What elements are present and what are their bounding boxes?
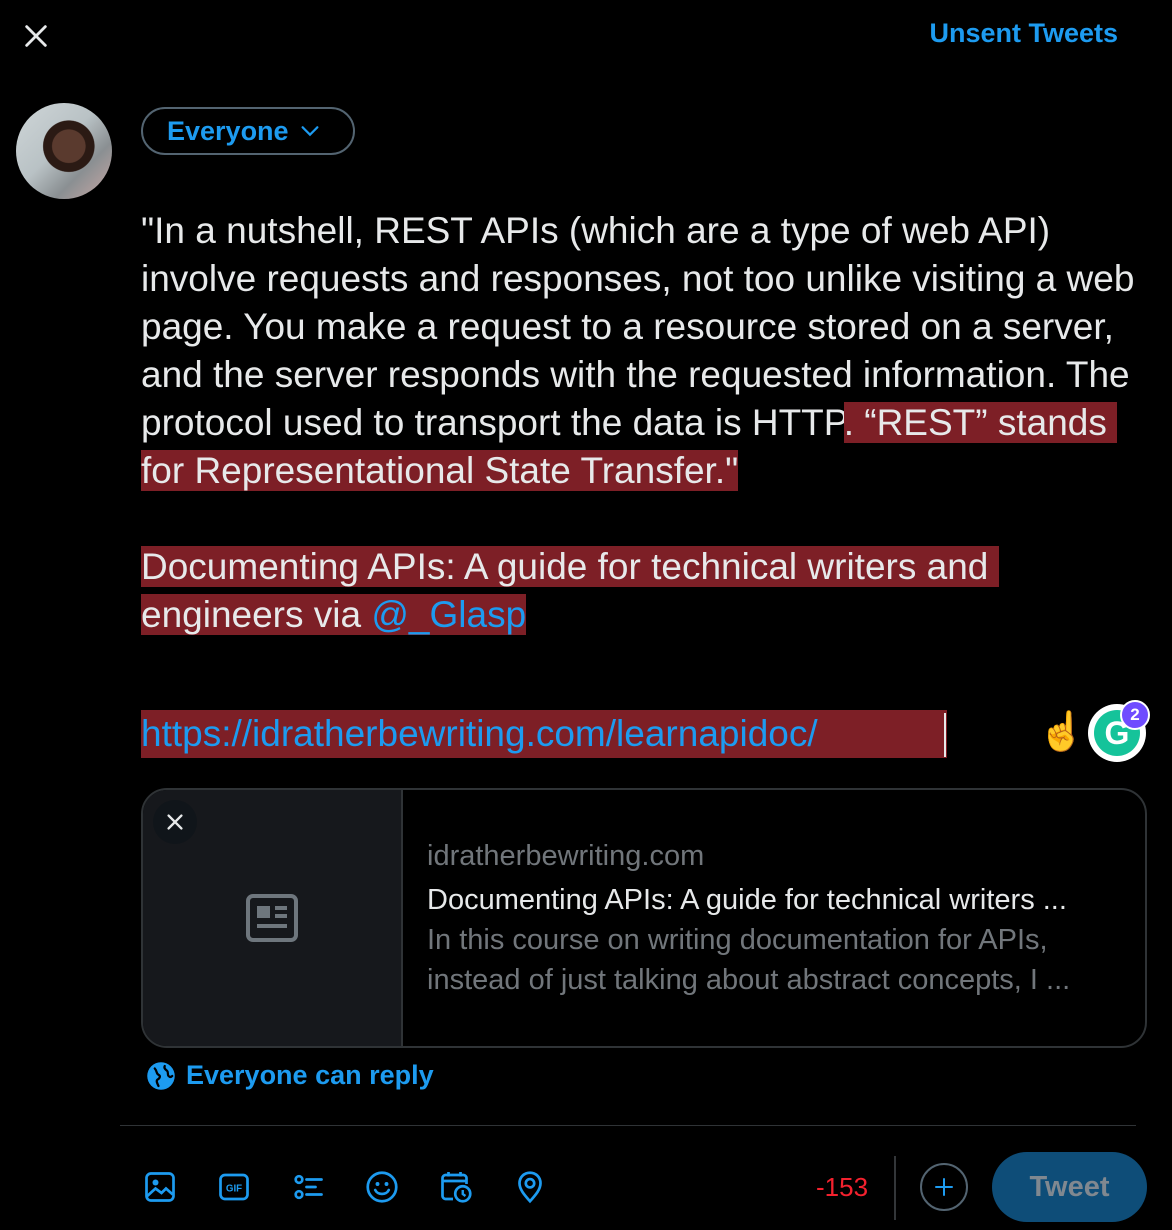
character-count: -153: [816, 1172, 869, 1202]
reply-settings-label: Everyone can reply: [186, 1060, 434, 1090]
link-preview-title: Documenting APIs: A guide for technical …: [427, 884, 1067, 916]
link-preview-thumbnail: [143, 790, 403, 1046]
grammarly-badge: 2: [1120, 700, 1150, 730]
tweet-mention-link[interactable]: @_Glasp: [371, 594, 527, 635]
gif-icon: GIF: [219, 1173, 249, 1201]
emoji-button[interactable]: [362, 1163, 436, 1211]
close-icon: [167, 814, 183, 830]
avatar[interactable]: [16, 103, 112, 199]
gif-button[interactable]: GIF: [214, 1163, 288, 1211]
media-button[interactable]: [140, 1163, 214, 1211]
reply-settings-button[interactable]: Everyone can reply: [146, 1060, 434, 1091]
link-preview-domain: idratherbewriting.com: [427, 840, 705, 872]
link-preview-description-2: instead of just talking about abstract c…: [427, 964, 1071, 996]
schedule-button[interactable]: [436, 1163, 510, 1211]
link-preview-card[interactable]: idratherbewriting.com Documenting APIs: …: [141, 788, 1147, 1048]
text-cursor: [944, 713, 946, 757]
tweet-text-area[interactable]: "In a nutshell, REST APIs (which are a t…: [141, 207, 1141, 639]
tweet-button[interactable]: Tweet: [992, 1152, 1147, 1222]
toolbar-divider: [120, 1125, 1136, 1126]
unsent-tweets-link[interactable]: Unsent Tweets: [929, 18, 1118, 49]
schedule-icon: [441, 1172, 472, 1203]
close-icon: [25, 25, 47, 47]
add-tweet-button[interactable]: [920, 1163, 968, 1211]
close-button[interactable]: [14, 14, 58, 58]
tweet-source-line: Documenting APIs: A guide for technical …: [141, 546, 999, 635]
grammarly-button[interactable]: G 2: [1088, 700, 1150, 762]
chevron-down-icon: [301, 126, 319, 137]
poll-button[interactable]: [288, 1163, 362, 1211]
article-icon: [246, 894, 298, 942]
tweet-url-link[interactable]: https://idratherbewriting.com/learnapido…: [141, 710, 947, 758]
globe-icon: [147, 1061, 175, 1090]
location-icon: [518, 1171, 542, 1204]
remove-card-button[interactable]: [153, 800, 197, 844]
image-icon: [145, 1172, 175, 1202]
audience-selector[interactable]: Everyone: [141, 107, 355, 155]
link-preview-description-1: In this course on writing documentation …: [427, 924, 1048, 956]
composer-toolbar: GIF: [140, 1163, 584, 1211]
link-preview-content: idratherbewriting.com Documenting APIs: …: [403, 790, 1145, 1046]
poll-icon: [294, 1174, 323, 1200]
pointing-up-emoji: ☝️: [1038, 711, 1086, 753]
emoji-icon: [366, 1171, 398, 1203]
location-button[interactable]: [510, 1163, 584, 1211]
plus-icon: [935, 1178, 953, 1196]
toolbar-separator: [894, 1156, 896, 1220]
audience-label: Everyone: [167, 115, 289, 146]
gif-icon-text: GIF: [226, 1184, 242, 1195]
